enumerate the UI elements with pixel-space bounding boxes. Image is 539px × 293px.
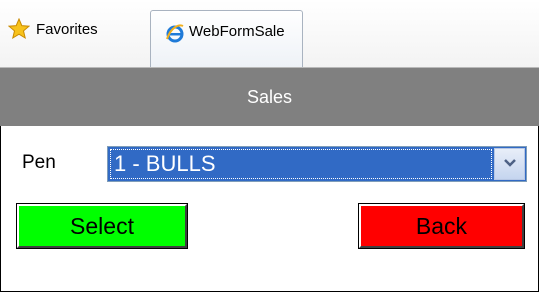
favorites-label: Favorites <box>36 20 98 38</box>
pen-label: Pen <box>22 152 56 173</box>
select-button[interactable]: Select <box>16 203 188 249</box>
page-header: Sales <box>0 68 539 126</box>
back-button[interactable]: Back <box>358 203 525 249</box>
star-icon <box>7 17 31 40</box>
pen-dropdown[interactable]: 1 - BULLS <box>107 146 527 182</box>
browser-toolbar: Favorites WebFormSale <box>0 0 539 68</box>
dropdown-arrow-button[interactable] <box>494 148 525 180</box>
tab-webformsale[interactable]: WebFormSale <box>150 10 303 67</box>
pen-selected-value: 1 - BULLS <box>110 149 492 179</box>
internet-explorer-icon <box>165 23 185 43</box>
tab-title: WebFormSale <box>189 23 285 40</box>
favorites-button[interactable]: Favorites <box>7 16 98 42</box>
chevron-down-icon <box>503 155 516 173</box>
page-title: Sales <box>246 86 293 107</box>
